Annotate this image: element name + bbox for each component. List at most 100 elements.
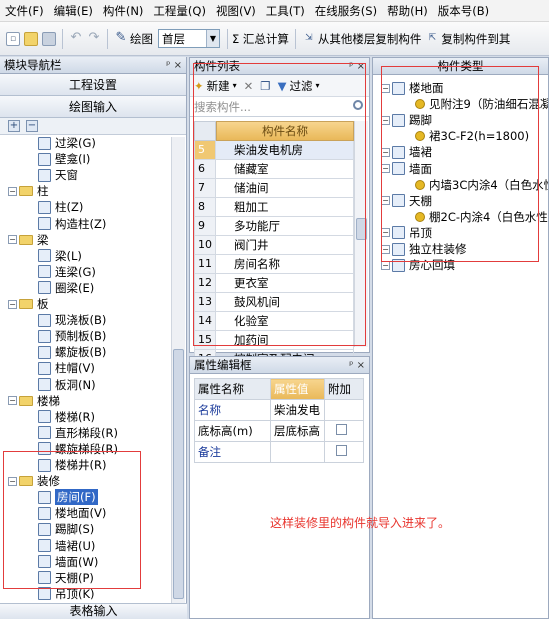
expand-all-icon[interactable]: + [8,120,20,132]
extra-checkbox[interactable] [336,445,347,456]
collapse-icon[interactable]: − [381,83,390,93]
component-name-cell[interactable]: 多功能厅 [216,217,354,236]
tree-item[interactable]: 板洞(N) [38,377,96,393]
column-header-name[interactable]: 构件名称 [216,121,354,141]
tree-item[interactable]: 柱(Z) [38,199,83,215]
collapse-icon[interactable]: − [381,196,390,206]
type-item[interactable]: 裙3C-F2(h=1800) [415,128,529,144]
collapse-icon[interactable]: − [381,164,390,173]
tree-item[interactable]: 直形梯段(R) [38,425,118,441]
tree-category[interactable]: − 柱 [8,183,49,199]
tree-item[interactable]: 柱帽(V) [38,360,95,376]
table-row[interactable]: 13 鼓风机间 [194,293,354,312]
tree-item[interactable]: 过梁(G) [38,137,96,151]
menu-edit[interactable]: 编辑(E) [49,3,98,19]
redo-icon[interactable]: ↷ [87,31,101,46]
component-name-cell[interactable]: 阀门井 [216,236,354,255]
component-name-cell[interactable]: 储油间 [216,179,354,198]
tree-item[interactable]: 梁(L) [38,248,82,264]
undo-icon[interactable]: ↶ [69,31,83,46]
table-row[interactable]: 14 化验室 [194,312,354,331]
tree-category[interactable]: − 梁 [8,232,49,248]
floor-select[interactable]: 首层 ▼ [158,29,220,48]
type-category[interactable]: − 房心回填 [381,257,455,273]
search-icon[interactable] [353,100,363,110]
open-folder-icon[interactable] [24,31,38,46]
pin-close-icon[interactable]: ᵖ × [349,61,365,72]
type-item[interactable]: 见附注9（防油细石混凝 [415,96,548,112]
component-name-cell[interactable]: 柴油发电机房 [216,141,354,160]
component-name-cell[interactable]: 更衣室 [216,274,354,293]
tree-item[interactable]: 楼地面(V) [38,505,106,521]
property-value[interactable]: 层底标高 [270,420,325,442]
collapse-icon[interactable]: − [8,299,17,309]
tree-item[interactable]: 螺旋梯段(R) [38,441,118,457]
menu-help[interactable]: 帮助(H) [382,3,433,19]
tree-item[interactable]: 墙面(W) [38,554,98,570]
tree-item[interactable]: 天窗 [38,167,78,183]
table-row[interactable]: 12 更衣室 [194,274,354,293]
tree-item[interactable]: 房间(F) [38,489,98,506]
tree-item[interactable]: 吊顶(K) [38,586,95,602]
table-row[interactable]: 11 房间名称 [194,255,354,274]
tree-item[interactable]: 连梁(G) [38,264,96,280]
tree-item[interactable]: 墙裙(U) [38,538,95,554]
chevron-down-icon[interactable]: ▼ [206,30,219,47]
delete-icon[interactable]: ✕ [244,79,254,93]
tree-item[interactable]: 构造柱(Z) [38,216,106,232]
extra-checkbox[interactable] [336,424,347,435]
menu-component[interactable]: 构件(N) [98,3,149,19]
menu-version[interactable]: 版本号(B) [433,3,494,19]
collapse-all-icon[interactable]: − [26,120,38,132]
tree-item[interactable]: 预制板(B) [38,328,106,344]
component-name-cell[interactable]: 化验室 [216,312,354,331]
tree-category[interactable]: − 楼梯 [8,393,60,409]
tree-category[interactable]: − 装修 [8,473,60,489]
dropdown-arrow-icon[interactable]: ▾ [233,81,237,90]
table-row[interactable]: 7 储油间 [194,179,354,198]
filter-button[interactable]: 过滤 [289,78,312,94]
scrollbar-thumb[interactable] [356,218,367,240]
table-row[interactable]: 9 多功能厅 [194,217,354,236]
new-button[interactable]: 新建 [207,78,230,94]
collapse-icon[interactable]: − [381,244,390,254]
tree-item[interactable]: 螺旋板(B) [38,344,106,360]
pin-close-icon[interactable]: ᵖ × [166,60,182,71]
tree-category[interactable]: − 板 [8,296,49,312]
copy-from-floor-button[interactable]: 从其他楼层复制构件 [318,31,422,47]
table-row[interactable]: 10 阀门井 [194,236,354,255]
search-input[interactable]: 搜索构件... [190,97,369,117]
component-name-cell[interactable]: 加药间 [216,331,354,350]
scrollbar-thumb[interactable] [173,349,184,599]
type-category[interactable]: − 踢脚 [381,112,432,128]
tree-item[interactable]: 天棚(P) [38,570,94,586]
collapse-icon[interactable]: − [8,396,17,406]
complist-scrollbar[interactable] [354,121,368,347]
collapse-icon[interactable]: − [381,147,390,157]
new-file-icon[interactable]: ▫ [6,31,20,46]
type-category[interactable]: − 天棚 [381,193,432,209]
type-item[interactable]: 内墙3C内涂4（白色水性 [415,177,548,193]
type-category[interactable]: − 墙裙 [381,144,432,160]
tree-item[interactable]: 圈梁(E) [38,280,94,296]
tree-item[interactable]: 踢脚(S) [38,521,94,537]
type-category[interactable]: − 独立柱装修 [381,241,467,257]
menu-tools[interactable]: 工具(T) [261,3,310,19]
copy-to-floor-button[interactable]: 复制构件到其 [441,31,510,47]
draw-icon[interactable]: ✎ [114,31,128,46]
tree-item[interactable]: 楼梯井(R) [38,457,106,473]
table-row[interactable]: 15 加药间 [194,331,354,350]
table-row[interactable]: 8 粗加工 [194,198,354,217]
type-category[interactable]: − 楼地面 [381,80,444,96]
table-input-button[interactable]: 表格输入 [0,603,187,619]
table-row[interactable]: 5 柴油发电机房 [194,141,354,160]
sum-calc-button[interactable]: Σ 汇总计算 [232,31,289,47]
dropdown-arrow-icon[interactable]: ▾ [315,81,319,90]
component-name-cell[interactable]: 鼓风机间 [216,293,354,312]
pin-close-icon[interactable]: ᵖ × [349,360,365,371]
menu-view[interactable]: 视图(V) [211,3,261,19]
nav-scrollbar[interactable] [171,137,185,607]
draw-input-button[interactable]: 绘图输入 [0,96,186,118]
property-value[interactable]: 柴油发电 [270,399,325,421]
save-icon[interactable] [42,31,56,46]
